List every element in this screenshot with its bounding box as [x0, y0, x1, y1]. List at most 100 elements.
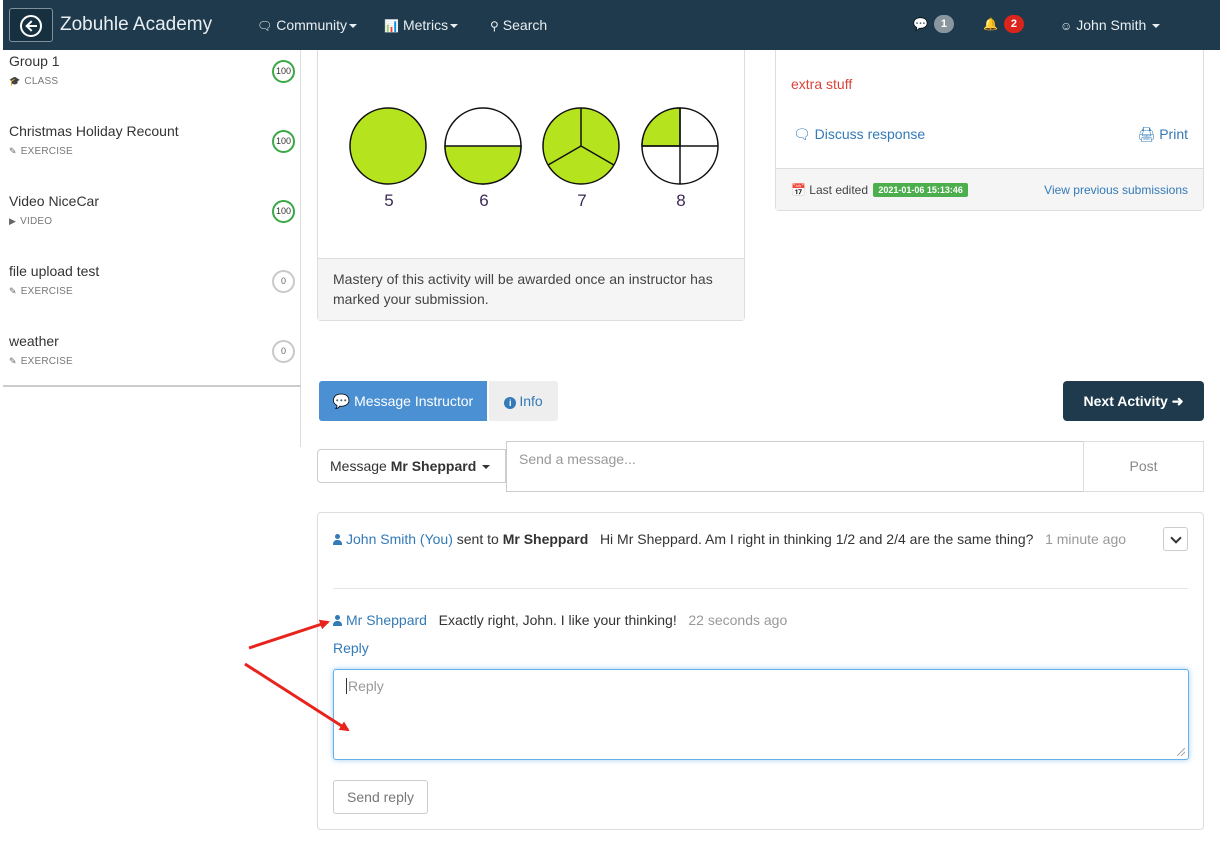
fraction-label: 6 — [479, 191, 489, 210]
community-menu[interactable]: 🗨 Community — [257, 17, 358, 33]
sidebar-item-type: 🎓 CLASS — [9, 76, 58, 87]
message-text: Exactly right, John. I like your thinkin… — [438, 612, 677, 628]
arrow-right-icon: ➜ — [1171, 393, 1184, 409]
sidebar-item-title: file upload test — [9, 263, 100, 279]
user-icon — [333, 615, 342, 626]
fraction-label: 5 — [384, 191, 394, 210]
comments-icon: 🗨 — [257, 19, 273, 33]
collapse-toggle-button[interactable] — [1163, 527, 1188, 551]
edit-icon: ✎ — [9, 356, 17, 366]
message-item: John Smith (You) sent to Mr Sheppard Hi … — [333, 529, 1133, 549]
edit-icon: ✎ — [9, 146, 17, 156]
sidebar-item-type-label: EXERCISE — [20, 286, 73, 297]
recipient-prefix: Message — [330, 458, 387, 474]
score-badge: 100 — [272, 60, 295, 83]
sidebar-item-weather[interactable]: weather ✎ EXERCISE 0 — [9, 330, 297, 390]
messages-badge: 1 — [933, 15, 954, 33]
sidebar-item-christmas-holiday-recount[interactable]: Christmas Holiday Recount ✎ EXERCISE 100 — [9, 120, 297, 180]
sidebar-item-type-label: CLASS — [24, 76, 59, 87]
next-activity-button[interactable]: Next Activity ➜ — [1063, 381, 1204, 421]
notifications-button[interactable]: 🔔 2 — [983, 15, 1024, 33]
bar-chart-icon: 📊 — [384, 19, 399, 33]
activity-sidebar: Group 1 🎓 CLASS 100 Christmas Holiday Rec… — [3, 50, 301, 447]
bell-icon: 🔔 — [983, 17, 998, 31]
metrics-menu[interactable]: 📊 Metrics — [384, 17, 459, 33]
submission-text: extra stuff — [791, 76, 853, 92]
caret-down-icon — [450, 24, 459, 29]
info-button[interactable]: i Info — [489, 381, 558, 421]
fraction-circles — [349, 107, 719, 185]
reply-textarea[interactable]: Reply — [333, 669, 1189, 760]
play-circle-icon: ▶ — [9, 216, 17, 226]
fraction-circle-7 — [542, 107, 620, 185]
printer-icon: 🖨 — [1137, 126, 1156, 142]
top-navbar: Zobuhle Academy 🗨 Community 📊 Metrics ⚲ Sea… — [3, 0, 1220, 50]
message-input[interactable]: Send a message... — [506, 441, 1084, 492]
comments-icon: 🗨 — [793, 126, 811, 142]
print-link[interactable]: 🖨 Print — [1138, 126, 1188, 143]
calendar-icon: 📅 — [791, 183, 806, 197]
post-button[interactable]: Post — [1083, 441, 1204, 492]
sidebar-item-video-nicecar[interactable]: Video NiceCar ▶ VIDEO 100 — [9, 190, 297, 250]
message-thread: John Smith (You) sent to Mr Sheppard Hi … — [317, 512, 1204, 830]
sidebar-item-title: Christmas Holiday Recount — [9, 123, 179, 139]
sidebar-item-title: Group 1 — [9, 53, 60, 69]
next-activity-label: Next Activity — [1083, 393, 1168, 409]
reply-item: Mr Sheppard Exactly right, John. I like … — [333, 610, 787, 630]
mastery-note: Mastery of this activity will be awarded… — [318, 258, 744, 320]
sidebar-item-type: ▶ VIDEO — [9, 216, 52, 227]
view-previous-submissions-link[interactable]: View previous submissions — [1044, 183, 1188, 197]
user-menu[interactable]: ☺ John Smith — [1060, 17, 1161, 33]
last-edited-date: 2021-01-06 15:13:46 — [873, 183, 968, 197]
reply-link[interactable]: Reply — [333, 640, 369, 656]
text-cursor — [346, 678, 347, 694]
fraction-label: 8 — [676, 191, 686, 210]
search-icon: ⚲ — [490, 19, 499, 33]
score-badge: 100 — [272, 200, 295, 223]
last-edited: 📅 Last edited 2021-01-06 15:13:46 — [791, 183, 968, 197]
graduation-cap-icon: 🎓 — [9, 76, 21, 86]
sidebar-item-type: ✎ EXERCISE — [9, 356, 73, 367]
back-button[interactable] — [9, 8, 53, 42]
user-name: John Smith — [1076, 17, 1147, 33]
divider — [333, 588, 1188, 589]
info-icon: i — [504, 397, 517, 409]
message-instructor-label: Message Instructor — [354, 393, 474, 409]
discuss-response-link[interactable]: 🗨 Discuss response — [793, 126, 925, 143]
sidebar-item-type-label: VIDEO — [20, 216, 53, 227]
recipient-name: Mr Sheppard — [502, 531, 589, 547]
sender-link[interactable]: John Smith (You) — [346, 531, 453, 547]
submission-card: extra stuff 🗨 Discuss response 🖨 Print 📅… — [775, 50, 1204, 211]
sidebar-item-file-upload-test[interactable]: file upload test ✎ EXERCISE 0 — [9, 260, 297, 320]
chat-bubble-icon: 💬 — [913, 17, 928, 31]
sidebar-item-type: ✎ EXERCISE — [9, 146, 73, 157]
back-arrow-icon — [20, 15, 42, 37]
sidebar-item-title: Video NiceCar — [9, 193, 100, 209]
sidebar-item-group-1[interactable]: Group 1 🎓 CLASS 100 — [9, 50, 297, 110]
recipient-dropdown[interactable]: Message Mr Sheppard — [317, 449, 506, 483]
notifications-badge: 2 — [1003, 15, 1024, 33]
resize-handle[interactable] — [1177, 748, 1185, 756]
sender-link[interactable]: Mr Sheppard — [346, 612, 427, 628]
messages-button[interactable]: 💬 1 — [913, 15, 954, 33]
user-circle-icon: ☺ — [1060, 19, 1073, 33]
brand-name[interactable]: Zobuhle Academy — [60, 14, 212, 36]
message-instructor-button[interactable]: 💬 Message Instructor — [319, 381, 487, 421]
sidebar-item-type: ✎ EXERCISE — [9, 286, 73, 297]
score-badge: 0 — [272, 340, 295, 363]
score-badge: 0 — [272, 270, 295, 293]
search-label: Search — [502, 17, 548, 33]
sent-to-text: sent to — [456, 531, 499, 547]
send-reply-button[interactable]: Send reply — [333, 780, 428, 814]
user-icon — [333, 534, 342, 545]
discuss-label: Discuss response — [814, 126, 926, 142]
search-link[interactable]: ⚲ Search — [490, 17, 547, 33]
message-time: 1 minute ago — [1045, 531, 1127, 547]
metrics-label: Metrics — [402, 17, 449, 33]
print-label: Print — [1159, 126, 1188, 142]
message-time: 22 seconds ago — [688, 612, 788, 628]
fraction-circle-8 — [641, 107, 719, 185]
speech-bubble-icon: 💬 — [332, 393, 351, 409]
recipient-name: Mr Sheppard — [390, 458, 477, 474]
sidebar-divider — [3, 385, 301, 387]
